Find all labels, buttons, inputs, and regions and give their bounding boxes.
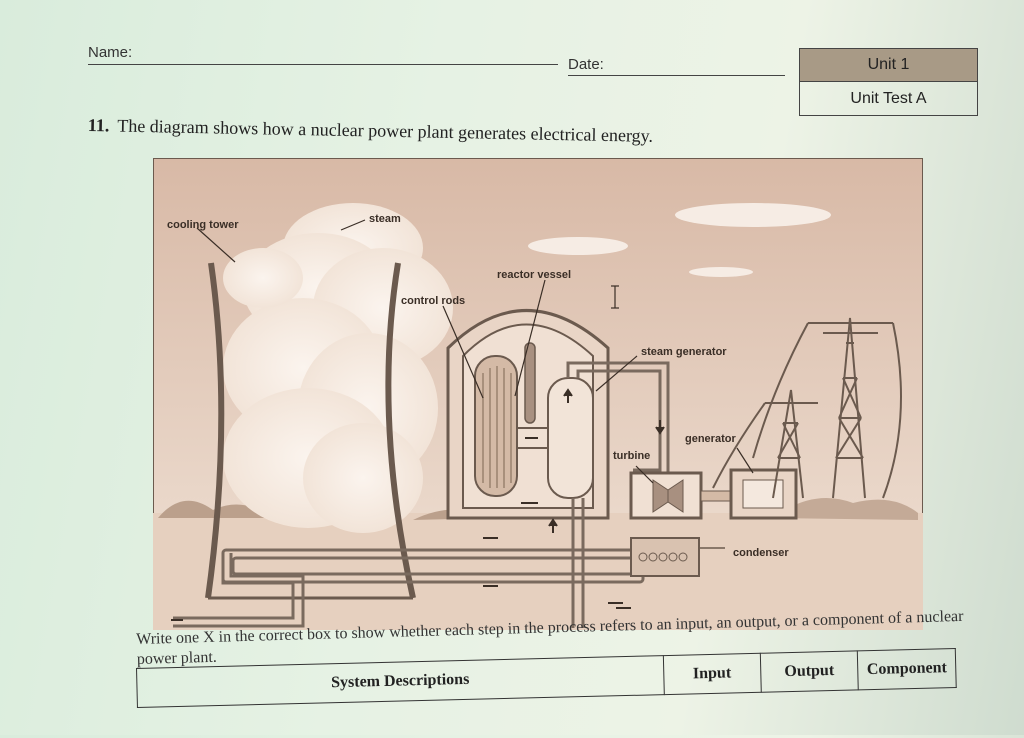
question-body: The diagram shows how a nuclear power pl…: [117, 115, 654, 146]
date-label: Date:: [568, 56, 604, 73]
test-label: Unit Test A: [850, 89, 927, 107]
label-control-rods: control rods: [401, 295, 465, 307]
label-cooling-tower: cooling tower: [167, 219, 239, 231]
steam-cloud: [223, 203, 453, 533]
unit-box: Unit 1 Unit Test A: [799, 48, 978, 116]
label-turbine: turbine: [613, 450, 650, 462]
date-line: [568, 75, 785, 76]
label-steam-generator: steam generator: [641, 346, 727, 358]
name-line: [88, 64, 558, 65]
label-steam: steam: [369, 213, 401, 225]
label-generator: generator: [685, 433, 736, 445]
reactor-containment: [446, 309, 610, 520]
question-text: 11. The diagram shows how a nuclear power…: [88, 115, 654, 147]
header-component: Component: [857, 648, 957, 690]
name-label: Name:: [88, 44, 133, 61]
unit-label: Unit 1: [800, 49, 977, 82]
question-number: 11.: [87, 115, 110, 136]
header-input: Input: [663, 653, 762, 695]
nuclear-plant-diagram: cooling tower steam reactor vessel contr…: [153, 158, 923, 630]
label-reactor-vessel: reactor vessel: [497, 269, 571, 281]
label-condenser: condenser: [733, 547, 789, 559]
header-output: Output: [760, 650, 859, 693]
